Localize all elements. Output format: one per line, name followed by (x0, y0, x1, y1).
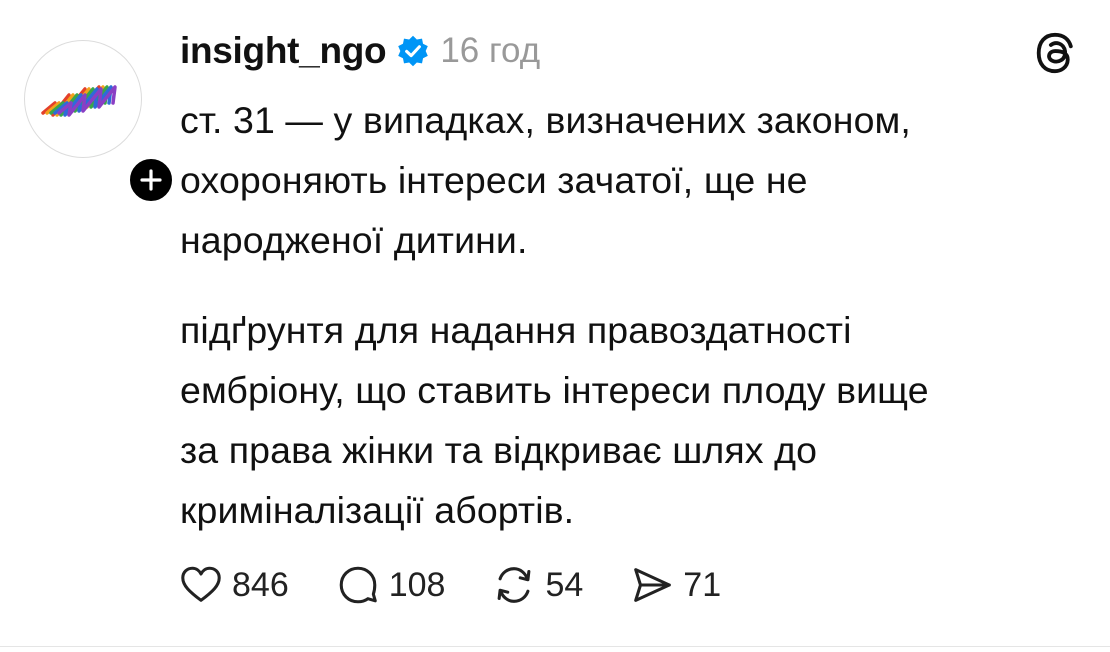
divider (0, 646, 1110, 647)
text-line: криміналізації абортів. (180, 489, 575, 531)
like-count: 846 (232, 565, 289, 604)
share-count: 71 (683, 565, 722, 604)
comment-icon (339, 566, 377, 604)
post-paragraph-1: ст. 31 — у випадках, визначених законом,… (180, 90, 1080, 270)
verified-badge-icon (398, 35, 429, 67)
reply-count: 108 (388, 565, 446, 604)
text-line: ст. 31 — у випадках, визначених законом, (180, 99, 911, 141)
post-timestamp: 16 год (440, 31, 541, 70)
username[interactable]: insight_ngo (180, 30, 387, 72)
share-button[interactable]: 71 (629, 562, 721, 608)
text-line: охороняють інтереси зачатої, ще не (180, 159, 808, 201)
repost-button[interactable]: 54 (491, 562, 583, 608)
text-line: ембріону, що ставить інтереси плоду вище (180, 369, 929, 411)
rainbow-wave-logo-icon (41, 85, 117, 117)
post-header: insight_ngo 16 год (180, 28, 540, 74)
post-paragraph-2: підґрунтя для надання правоздатності емб… (180, 300, 1080, 540)
repost-icon (498, 567, 531, 603)
avatar[interactable] (24, 40, 177, 206)
follow-button[interactable] (125, 154, 177, 206)
post-actions: 846 108 54 71 (178, 560, 767, 610)
plus-icon (140, 169, 162, 191)
threads-logo-icon[interactable] (1032, 30, 1078, 76)
text-line: народженої дитини. (180, 219, 528, 261)
send-icon (634, 568, 672, 602)
heart-icon (181, 566, 221, 602)
reply-button[interactable]: 108 (335, 562, 446, 608)
text-line: за права жінки та відкриває шлях до (180, 429, 818, 471)
repost-count: 54 (545, 565, 584, 604)
text-line: підґрунтя для надання правоздатності (180, 309, 852, 351)
like-button[interactable]: 846 (178, 562, 289, 608)
